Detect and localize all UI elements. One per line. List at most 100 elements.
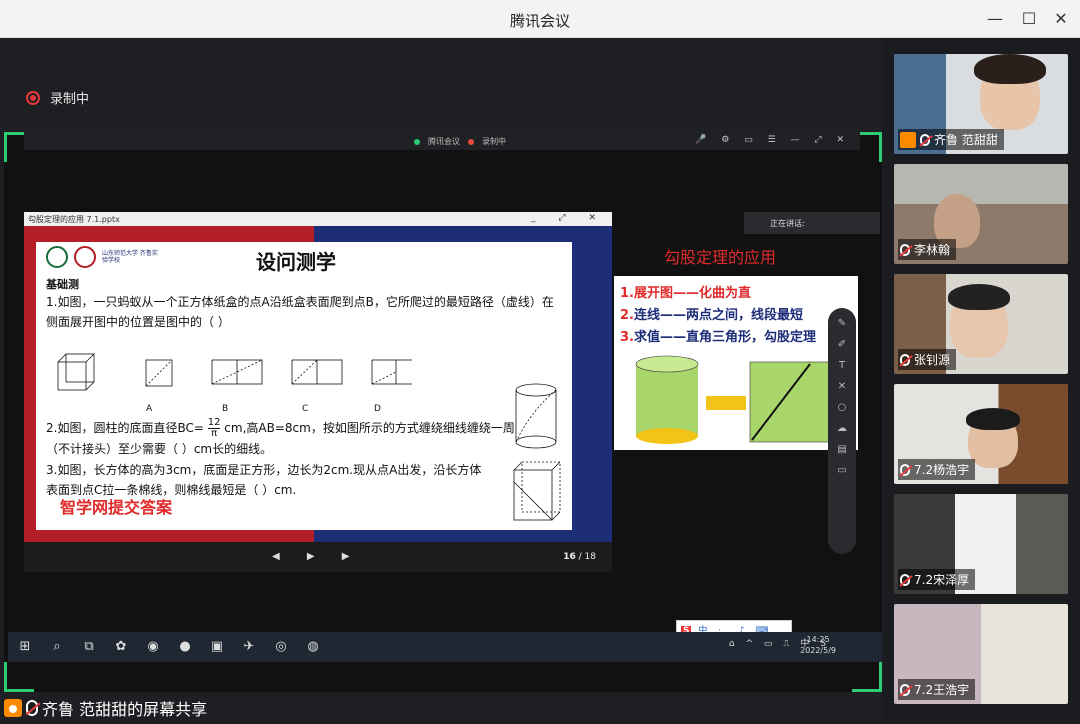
mic-muted-icon: [900, 463, 910, 476]
speaking-indicator: 正在讲话:: [744, 212, 880, 234]
meeting-app-icon[interactable]: ◍: [304, 638, 322, 656]
slide: 山东师范大学 齐鲁实验学校 设问测学 基础测 1.如图，一只蚂蚁从一个正方体纸盒…: [36, 242, 572, 530]
edge-icon[interactable]: ◉: [144, 638, 162, 656]
participant-label: 李林翰: [898, 239, 957, 260]
mic-muted-icon: [26, 700, 38, 716]
participant-name: 7.2杨浩宇: [914, 463, 970, 477]
participant-tile[interactable]: 张钊源: [894, 274, 1068, 374]
task-view-icon[interactable]: ⧉: [80, 638, 98, 656]
question-2: 2.如图，圆柱的底面直径BC= 12 π cm,高AB=8cm，按如图所示的方式…: [46, 418, 516, 459]
recording-label: 录制中: [50, 92, 90, 107]
submit-answer-text: 智学网提交答案: [60, 498, 173, 517]
bird-app-icon[interactable]: ✈: [240, 638, 258, 656]
school-logo-icon: [46, 246, 68, 268]
slide-title: 设问测学: [256, 250, 336, 274]
shared-toolbar-icons: 🎤 ⚙ ▭ ☰ — ⤢ ✕: [695, 135, 850, 145]
record-icon: [26, 90, 40, 105]
screen-share-area: 录制中 腾讯会议 录制中 🎤 ⚙ ▭ ☰ — ⤢ ✕ 正在讲话: 勾股定理的应用…: [0, 38, 882, 724]
university-logo-icon: [74, 246, 96, 268]
windows-start-icon[interactable]: ⊞: [16, 638, 34, 656]
participant-tile[interactable]: 7.2王浩宇: [894, 604, 1068, 704]
participant-label: 张钊源: [898, 349, 957, 370]
ppt-window-controls[interactable]: _ ⤢ ✕: [531, 213, 606, 223]
signal-icon: [414, 138, 420, 145]
summary-num: 1.: [620, 286, 634, 301]
cloud-icon[interactable]: ☁: [828, 423, 856, 434]
window-title: 腾讯会议: [509, 12, 570, 30]
participant-name: 齐鲁 范甜甜: [934, 133, 998, 147]
ppt-window: 勾股定理的应用 7.1.pptx _ ⤢ ✕ 山东师范大学 齐鲁实验学校 设问测…: [24, 212, 612, 572]
slide-navigation[interactable]: ◀ ▶ ▶: [272, 551, 361, 562]
minimize-button[interactable]: —: [984, 8, 1006, 30]
participant-label: 7.2王浩宇: [898, 679, 976, 700]
question-2-part-a: 2.如图，圆柱的底面直径BC=: [46, 421, 204, 435]
summary-key: 连线: [633, 308, 660, 323]
slide-stage: 山东师范大学 齐鲁实验学校 设问测学 基础测 1.如图，一只蚂蚁从一个正方体纸盒…: [24, 226, 612, 542]
browser-icon[interactable]: ●: [176, 638, 194, 656]
app-icon[interactable]: ✿: [112, 638, 130, 656]
summary-line-1: 1.展开图——化曲为直: [620, 282, 751, 301]
mic-muted-icon: [920, 133, 930, 146]
shared-app-name: 腾讯会议: [428, 137, 460, 146]
participant-label: 7.2宋泽厚: [898, 569, 976, 590]
photos-icon[interactable]: ▣: [208, 638, 226, 656]
page-indicator: 16 / 18: [563, 552, 596, 562]
mic-muted-icon: [900, 683, 910, 696]
school-logos: 山东师范大学 齐鲁实验学校: [46, 246, 162, 268]
cylinder-unfold-figure: [635, 355, 847, 444]
summary-dash: ——: [660, 330, 686, 345]
ppt-file-name: 勾股定理的应用 7.1.pptx: [28, 215, 120, 224]
page-total: / 18: [578, 552, 596, 562]
mic-muted-icon: [900, 573, 910, 586]
fraction-denominator: π: [211, 428, 218, 439]
figure-label-c: C: [302, 404, 309, 414]
question-1: 1.如图，一只蚂蚁从一个正方体纸盒的点A沿纸盒表面爬到点B，它所爬过的最短路径（…: [46, 295, 554, 329]
summary-num: 2.: [620, 308, 634, 323]
search-icon[interactable]: ⌕: [48, 638, 66, 656]
participant-hair: [948, 284, 1010, 310]
summary-num: 3.: [620, 330, 634, 345]
summary-line-2: 2.连线——两点之间，线段最短: [620, 304, 803, 323]
eraser-icon[interactable]: ✕: [828, 381, 856, 392]
participant-label: 齐鲁 范甜甜: [898, 129, 1004, 150]
clock-date: 2022/5/9: [800, 646, 836, 655]
section-label: 基础测: [46, 278, 79, 291]
cylinder-and-box-figures: [513, 383, 561, 521]
record-icon: [468, 138, 474, 145]
mic-muted-icon: [900, 353, 910, 366]
summary-key: 求值: [633, 330, 660, 345]
fraction: 12 π: [207, 418, 221, 439]
ppt-titlebar: 勾股定理的应用 7.1.pptx _ ⤢ ✕: [24, 212, 612, 226]
panel-title: 勾股定理的应用: [664, 248, 777, 267]
figure-label-a: A: [146, 404, 153, 414]
summary-dash: ——: [660, 308, 686, 323]
summary-value: 直角三角形，勾股定理: [686, 330, 817, 345]
summary-line-3: 3.求值——直角三角形，勾股定理: [620, 326, 816, 345]
maximize-button[interactable]: ☐: [1018, 8, 1040, 30]
cube-net-figures: [57, 353, 412, 391]
participant-tile[interactable]: 齐鲁 范甜甜: [894, 54, 1068, 154]
recording-indicator[interactable]: 录制中: [26, 88, 89, 107]
music-icon[interactable]: ◎: [272, 638, 290, 656]
share-frame-corner: [4, 662, 34, 692]
highlighter-icon[interactable]: ✐: [828, 339, 856, 350]
participant-tile[interactable]: 7.2宋泽厚: [894, 494, 1068, 594]
summary-dash: ——: [673, 286, 699, 301]
share-caption-text: 齐鲁 范甜甜的屏幕共享: [42, 700, 208, 719]
annotation-toolbar[interactable]: ✎ ✐ T ✕ ○ ☁ ▤ ▭: [828, 308, 856, 554]
host-icon: [900, 131, 916, 148]
participant-tile[interactable]: 7.2杨浩宇: [894, 384, 1068, 484]
participant-tile[interactable]: 李林翰: [894, 164, 1068, 264]
save-icon[interactable]: ▤: [828, 444, 856, 455]
shared-screen: 腾讯会议 录制中 🎤 ⚙ ▭ ☰ — ⤢ ✕ 正在讲话: 勾股定理的应用 7.1…: [4, 132, 882, 692]
meeting-window: 腾讯会议 — ☐ ✕ 录制中 腾讯会议 录制中 🎤 ⚙ ▭ ☰ — ⤢ ✕ 正在…: [0, 0, 1080, 724]
shape-icon[interactable]: ○: [828, 402, 856, 413]
participant-hair: [966, 408, 1020, 430]
close-button[interactable]: ✕: [1050, 8, 1072, 30]
summary-value: 两点之间，线段最短: [686, 308, 804, 323]
participant-name: 张钊源: [914, 353, 951, 367]
chat-icon[interactable]: ▭: [828, 465, 856, 476]
pen-icon[interactable]: ✎: [828, 318, 856, 329]
participant-name: 7.2王浩宇: [914, 683, 970, 697]
text-icon[interactable]: T: [828, 360, 856, 371]
